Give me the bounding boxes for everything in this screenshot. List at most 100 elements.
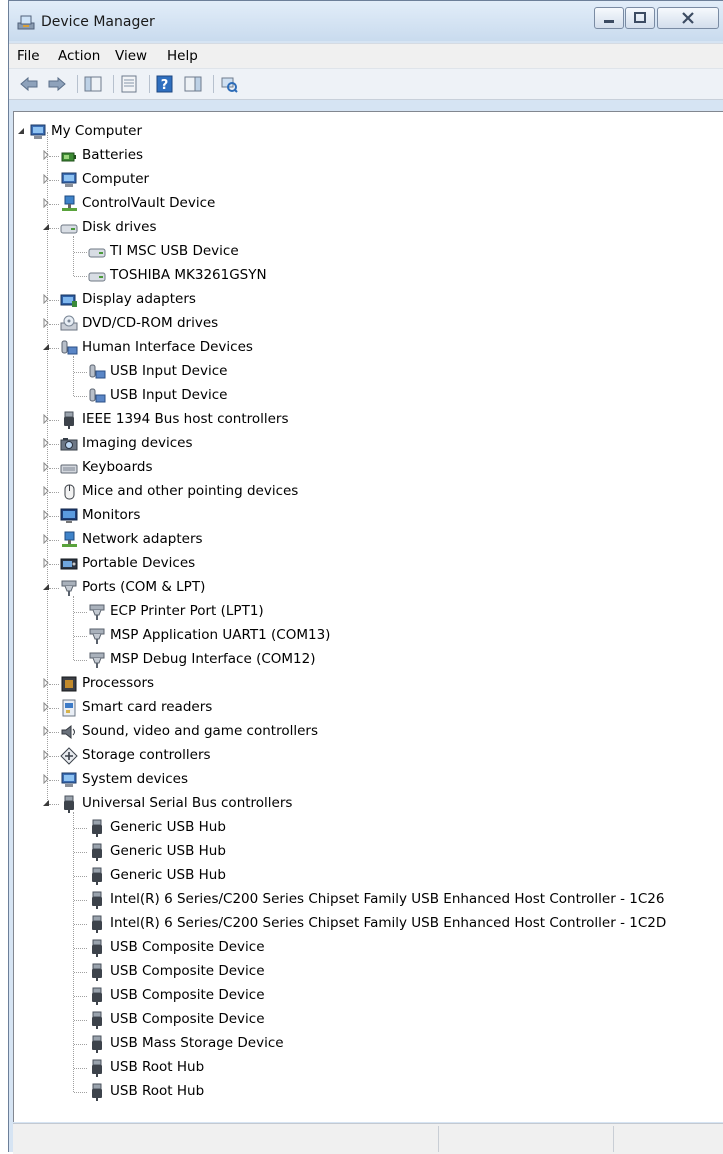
tree-node-label: USB Input Device [110, 363, 228, 379]
menu-help[interactable]: Help [167, 48, 198, 64]
tree-node-label: Keyboards [82, 459, 153, 475]
tree-category-node[interactable]: Human Interface Devices [14, 336, 723, 360]
tree-category-node[interactable]: Universal Serial Bus controllers [14, 792, 723, 816]
collapsed-triangle-icon[interactable] [41, 414, 51, 424]
tree-node-label: Network adapters [82, 531, 203, 547]
tree-device-node[interactable]: TOSHIBA MK3261GSYN [14, 264, 723, 288]
tree-node-label: Intel(R) 6 Series/C200 Series Chipset Fa… [110, 915, 667, 931]
tree-category-node[interactable]: Imaging devices [14, 432, 723, 456]
collapsed-triangle-icon[interactable] [41, 678, 51, 688]
collapsed-triangle-icon[interactable] [41, 198, 51, 208]
device-tree[interactable]: My Computer Batteries Computer ControlVault… [13, 111, 723, 1122]
tree-node-label: My Computer [51, 123, 143, 139]
minimize-button[interactable] [594, 7, 624, 29]
tree-device-node[interactable]: USB Root Hub [14, 1080, 723, 1104]
scan-hardware-changes-icon[interactable] [219, 75, 239, 93]
tree-category-node[interactable]: ControlVault Device [14, 192, 723, 216]
tree-node-label: Batteries [82, 147, 144, 163]
tree-device-node[interactable]: TI MSC USB Device [14, 240, 723, 264]
collapsed-triangle-icon[interactable] [41, 750, 51, 760]
show-hide-console-tree-icon[interactable] [83, 75, 103, 93]
tree-device-node[interactable]: USB Input Device [14, 384, 723, 408]
tree-category-node[interactable]: Smart card readers [14, 696, 723, 720]
expanded-triangle-icon[interactable] [41, 222, 51, 232]
tree-category-node[interactable]: Batteries [14, 144, 723, 168]
expanded-triangle-icon[interactable] [41, 798, 51, 808]
tree-device-node[interactable]: USB Composite Device [14, 936, 723, 960]
expanded-triangle-icon[interactable] [41, 342, 51, 352]
collapsed-triangle-icon[interactable] [41, 150, 51, 160]
tree-device-node[interactable]: Intel(R) 6 Series/C200 Series Chipset Fa… [14, 888, 723, 912]
port-icon [89, 628, 105, 644]
tree-device-node[interactable]: Generic USB Hub [14, 816, 723, 840]
tree-device-node[interactable]: USB Input Device [14, 360, 723, 384]
tree-device-node[interactable]: Generic USB Hub [14, 840, 723, 864]
maximize-button[interactable] [625, 7, 655, 29]
toolbar: ? [9, 68, 723, 100]
tree-category-node[interactable]: Processors [14, 672, 723, 696]
tree-category-node[interactable]: Storage controllers [14, 744, 723, 768]
tree-category-node[interactable]: Computer [14, 168, 723, 192]
expanded-triangle-icon[interactable] [41, 582, 51, 592]
tree-device-node[interactable]: USB Root Hub [14, 1056, 723, 1080]
collapsed-triangle-icon[interactable] [41, 294, 51, 304]
dvd-drive-icon [60, 315, 78, 331]
tree-root-node[interactable]: My Computer [14, 120, 723, 144]
collapsed-triangle-icon[interactable] [41, 534, 51, 544]
tree-category-node[interactable]: IEEE 1394 Bus host controllers [14, 408, 723, 432]
collapsed-triangle-icon[interactable] [41, 774, 51, 784]
collapsed-triangle-icon[interactable] [41, 558, 51, 568]
tree-category-node[interactable]: Keyboards [14, 456, 723, 480]
tree-category-node[interactable]: Portable Devices [14, 552, 723, 576]
tree-category-node[interactable]: Disk drives [14, 216, 723, 240]
collapsed-triangle-icon[interactable] [41, 318, 51, 328]
collapsed-triangle-icon[interactable] [41, 510, 51, 520]
tree-node-label: TI MSC USB Device [110, 243, 239, 259]
action-pane-icon[interactable] [183, 75, 203, 93]
usb-plug-icon [92, 939, 102, 957]
usb-plug-icon [92, 915, 102, 933]
tree-device-node[interactable]: MSP Debug Interface (COM12) [14, 648, 723, 672]
tree-category-node[interactable]: Monitors [14, 504, 723, 528]
tree-category-node[interactable]: DVD/CD-ROM drives [14, 312, 723, 336]
tree-node-label: USB Composite Device [110, 939, 265, 955]
tree-category-node[interactable]: Mice and other pointing devices [14, 480, 723, 504]
usb-plug-icon [92, 1011, 102, 1029]
tree-node-label: USB Composite Device [110, 1011, 265, 1027]
tree-category-node[interactable]: Display adapters [14, 288, 723, 312]
tree-device-node[interactable]: Intel(R) 6 Series/C200 Series Chipset Fa… [14, 912, 723, 936]
menu-action[interactable]: Action [58, 48, 100, 64]
disk-drive-icon [88, 248, 106, 258]
minimize-icon [604, 20, 614, 23]
tree-device-node[interactable]: USB Composite Device [14, 960, 723, 984]
tree-category-node[interactable]: Ports (COM & LPT) [14, 576, 723, 600]
collapsed-triangle-icon[interactable] [41, 438, 51, 448]
title-bar[interactable]: Device Manager [9, 1, 723, 41]
collapsed-triangle-icon[interactable] [41, 702, 51, 712]
tree-device-node[interactable]: USB Mass Storage Device [14, 1032, 723, 1056]
tree-category-node[interactable]: Network adapters [14, 528, 723, 552]
collapsed-triangle-icon[interactable] [41, 486, 51, 496]
collapsed-triangle-icon[interactable] [41, 726, 51, 736]
menu-file[interactable]: File [17, 48, 40, 64]
tree-node-label: Universal Serial Bus controllers [82, 795, 293, 811]
tree-device-node[interactable]: ECP Printer Port (LPT1) [14, 600, 723, 624]
expanded-triangle-icon[interactable] [16, 126, 26, 136]
properties-icon[interactable] [119, 75, 139, 93]
tree-device-node[interactable]: Generic USB Hub [14, 864, 723, 888]
tree-category-node[interactable]: Sound, video and game controllers [14, 720, 723, 744]
tree-node-label: Generic USB Hub [110, 819, 226, 835]
help-icon[interactable]: ? [155, 75, 175, 93]
close-button[interactable] [657, 7, 719, 29]
device-manager-icon [17, 15, 35, 30]
tree-device-node[interactable]: USB Composite Device [14, 984, 723, 1008]
tree-device-node[interactable]: USB Composite Device [14, 1008, 723, 1032]
collapsed-triangle-icon[interactable] [41, 462, 51, 472]
tree-node-label: MSP Debug Interface (COM12) [110, 651, 316, 667]
collapsed-triangle-icon[interactable] [41, 174, 51, 184]
menu-view[interactable]: View [115, 48, 147, 64]
tree-device-node[interactable]: MSP Application UART1 (COM13) [14, 624, 723, 648]
back-arrow-icon[interactable] [19, 75, 39, 93]
tree-category-node[interactable]: System devices [14, 768, 723, 792]
forward-arrow-icon[interactable] [47, 75, 67, 93]
